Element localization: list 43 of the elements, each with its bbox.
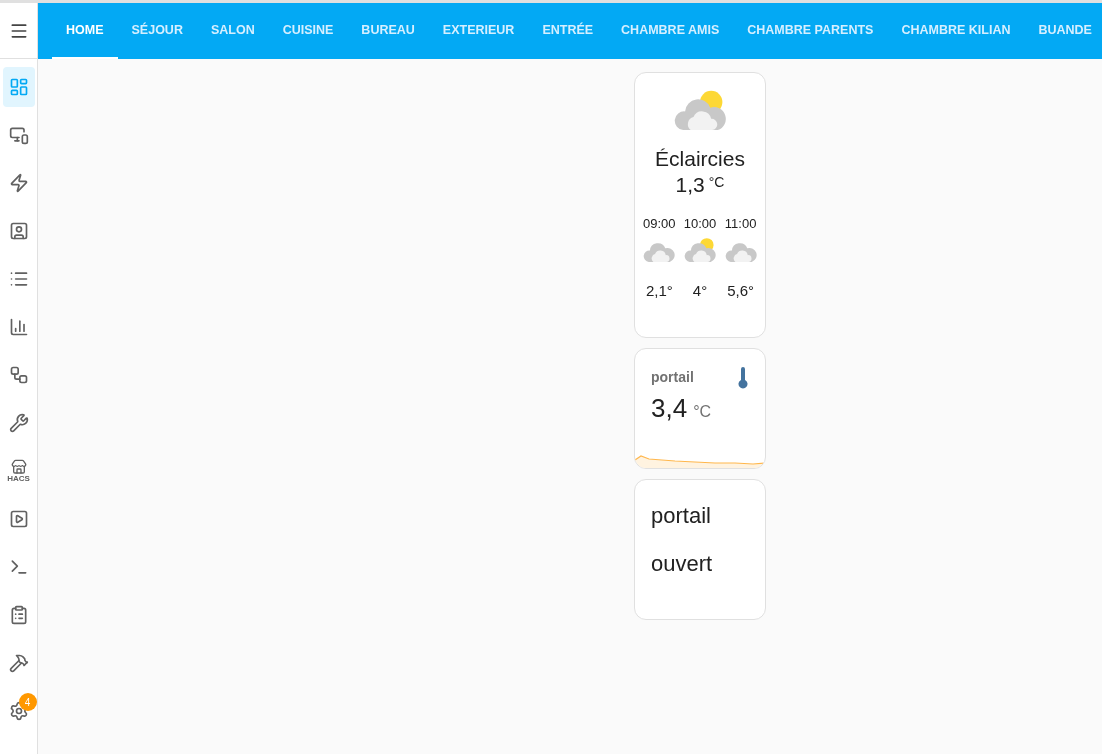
sidebar-label: HACS — [7, 475, 30, 483]
sidebar-item[interactable]: HACS — [2, 451, 35, 491]
forecast-temperature: 4° — [692, 280, 708, 301]
store-icon — [10, 459, 27, 475]
list-icon — [8, 269, 29, 289]
tab[interactable]: CHAMBRE KILIAN — [887, 3, 1025, 59]
lightning-icon — [8, 173, 29, 193]
sidebar-item[interactable] — [2, 67, 35, 107]
forecast-time: 11:00 — [724, 215, 757, 234]
entity-state: ouvert — [651, 549, 714, 577]
tab[interactable]: HOME — [52, 3, 118, 59]
forecast-time: 10:00 — [683, 215, 717, 234]
person-icon — [8, 221, 29, 241]
tab[interactable]: CHAMBRE AMIS — [607, 3, 734, 59]
entity-name: portail — [651, 502, 712, 530]
tab[interactable]: SALON — [196, 3, 269, 59]
wrench-icon — [8, 413, 29, 433]
thermometer-icon — [737, 367, 749, 389]
hammer-icon — [8, 653, 29, 673]
forecast-time: 09:00 — [643, 215, 676, 234]
sensor-unit: °C — [693, 402, 712, 422]
sidebar-item[interactable]: 4 — [2, 691, 35, 731]
tab[interactable]: BUREAU — [347, 3, 429, 59]
tab[interactable]: EXTERIEUR — [428, 3, 529, 59]
tab[interactable]: SÉJOUR — [117, 3, 197, 59]
flow-icon — [8, 365, 29, 385]
forecast-temperature: 5,6° — [727, 280, 755, 301]
play-icon — [8, 509, 29, 529]
temperature-unit: °C — [708, 173, 725, 193]
tab[interactable]: ENTRÉE — [528, 3, 608, 59]
tab[interactable]: CUISINE — [268, 3, 348, 59]
temperature-value: 1,3 — [675, 172, 705, 199]
dashboard-icon — [8, 77, 29, 97]
sensor-value: 3,4 — [651, 392, 688, 425]
weather-condition: Éclaircies — [655, 145, 745, 172]
tab[interactable]: BUANDE — [1024, 3, 1102, 59]
bar-chart-icon — [8, 317, 29, 337]
tab[interactable]: CHAMBRE PARENTS — [733, 3, 888, 59]
devices-icon — [8, 125, 29, 145]
sun-behind-cloud-icon — [683, 237, 717, 265]
notification-badge: 4 — [18, 693, 37, 711]
sensor-name: portail — [651, 368, 694, 387]
forecast-temperature: 2,1° — [645, 280, 673, 301]
